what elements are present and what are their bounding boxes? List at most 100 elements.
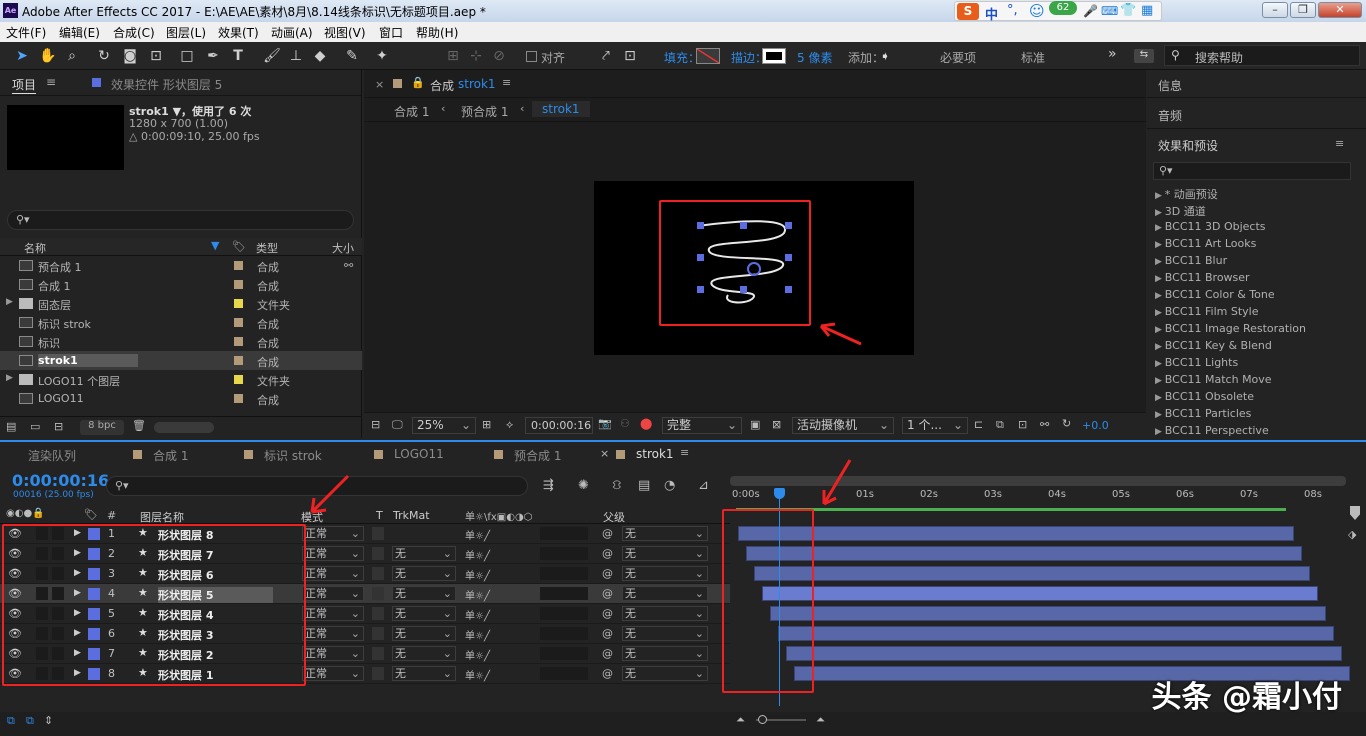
zoom-dropdown[interactable]: 25% ⌄ [412,417,476,434]
effects-category[interactable]: ▶ BCC11 Color & Tone [1155,288,1275,301]
viewer-tab-prefix[interactable]: 合成 [430,77,454,94]
keyboard-icon[interactable]: ⌨ [1101,4,1118,18]
col-layer-name[interactable]: 图层名称 [140,509,184,525]
layer-duration-bar[interactable] [746,546,1302,561]
expand-arrow-icon[interactable]: ▶ [6,297,13,307]
search-help-field[interactable]: ⚲ 搜索帮助 [1164,45,1360,66]
fill-swatch[interactable] [696,48,720,64]
skin-icon[interactable]: 👕 [1120,3,1136,18]
hand-tool-icon[interactable]: ✋ [38,46,58,66]
label-color-swatch[interactable] [234,261,243,270]
preserve-transparency-toggle[interactable] [372,567,384,580]
blend-mode-dropdown[interactable]: 正常 ⌄ [302,646,364,661]
layer-switch-toggles[interactable] [540,547,588,560]
effects-category[interactable]: ▶ * 动画预设 [1155,186,1218,202]
playhead-handle[interactable] [774,488,785,499]
view-axis-icon[interactable]: ⊘ [489,46,509,66]
project-item[interactable]: strok1 合成 [0,351,362,370]
trackmatte-dropdown[interactable]: 无 ⌄ [392,566,456,581]
panel-menu-icon[interactable]: ≡ [1335,137,1344,150]
layer-switches[interactable]: 单☼╱ [465,587,490,602]
clone-stamp-tool-icon[interactable]: ⊥ [286,46,306,66]
layer-duration-bar[interactable] [754,566,1310,581]
motion-blur-icon[interactable]: ◔ [664,478,675,493]
layer-switch-toggles[interactable] [540,627,588,640]
roto-brush-tool-icon[interactable]: ✎ [342,46,362,66]
project-scrollbar[interactable] [154,422,214,433]
eraser-tool-icon[interactable]: ◆ [310,46,330,66]
project-item[interactable]: 标识 合成 [0,332,362,351]
camera-tool-icon[interactable]: ◙ [120,46,140,66]
layer-switches[interactable]: 单☼╱ [465,627,490,642]
effects-category[interactable]: ▶ BCC11 Match Move [1155,373,1272,386]
workspace-standard[interactable]: 标准 [1021,49,1045,66]
snapshot-icon[interactable]: 📷 [598,417,612,430]
tab-project[interactable]: 项目 [12,76,37,94]
region-of-interest-icon[interactable]: ▣ [750,418,760,431]
layer-switches[interactable]: 单☼╱ [465,647,490,662]
zoom-marker-icon[interactable]: ⬗ [1348,528,1356,541]
viewer-tab-name[interactable]: strok1 [458,77,496,91]
info-panel-tab[interactable]: 信息 [1158,77,1182,94]
close-tab-icon[interactable]: × [375,78,384,91]
pan-behind-tool-icon[interactable]: ⊡ [146,46,166,66]
blend-mode-dropdown[interactable]: 正常 ⌄ [302,526,364,541]
sogou-icon[interactable]: S [957,3,979,20]
layer-switch-toggles[interactable] [540,667,588,680]
project-item[interactable]: LOGO11 合成 [0,389,362,408]
ime-mode[interactable]: 中 [985,4,998,23]
flowchart-icon[interactable]: ⚯ [1040,418,1049,431]
preserve-transparency-toggle[interactable] [372,667,384,680]
channel-icon[interactable]: ⬤ [640,417,652,430]
preserve-transparency-toggle[interactable] [372,547,384,560]
trackmatte-dropdown[interactable]: 无 ⌄ [392,606,456,621]
trackmatte-dropdown[interactable]: 无 ⌄ [392,646,456,661]
fill-label[interactable]: 填充： [664,49,700,66]
effects-category[interactable]: ▶ BCC11 3D Objects [1155,220,1266,233]
switches-icon[interactable]: 单☼\fx▣◐◑⬡ [465,508,532,523]
layer-duration-bar[interactable] [762,586,1318,601]
layer-switch-toggles[interactable] [540,607,588,620]
align-checkbox[interactable] [526,51,537,62]
show-snapshot-icon[interactable]: ⚇ [620,417,630,430]
col-name[interactable]: 名称 [24,240,46,256]
menu-layer[interactable]: 图层(L) [166,24,206,41]
effects-category[interactable]: ▶ BCC11 Film Style [1155,305,1259,318]
layer-switch-toggles[interactable] [540,527,588,540]
frame-blending-icon[interactable]: ▤ [638,478,650,493]
grid-guides-icon[interactable]: ⊞ [482,418,491,431]
tab-render-queue[interactable]: 渲染队列 [28,447,76,464]
breadcrumb-item[interactable]: 预合成 1 [461,103,508,120]
label-color-swatch[interactable] [234,299,243,308]
pick-whip-icon[interactable]: @ [602,667,613,680]
stroke-width[interactable]: 5 像素 [797,49,832,66]
layer-switches[interactable]: 单☼╱ [465,667,490,682]
layer-switch-toggles[interactable] [540,587,588,600]
maximize-button[interactable]: ❐ [1290,2,1316,18]
project-search-field[interactable]: ⚲▾ [7,210,354,230]
fast-preview-icon[interactable]: ⧉ [996,418,1004,432]
pick-whip-icon[interactable]: @ [602,567,613,580]
toolbox-icon[interactable]: ▦ [1141,3,1153,18]
menu-animation[interactable]: 动画(A) [271,24,313,41]
tab-effect-controls[interactable]: 效果控件 形状图层 5 [111,76,222,93]
pick-whip-icon[interactable]: @ [602,647,613,660]
viewer-timecode[interactable]: 0:00:00:16 [525,417,593,434]
new-folder-icon[interactable]: ▭ [30,420,40,433]
selection-tool-icon[interactable]: ➤ [12,46,32,66]
menu-window[interactable]: 窗口 [379,24,403,41]
effects-category[interactable]: ▶ BCC11 Key & Blend [1155,339,1272,352]
tab-logo-strok[interactable]: 标识 strok [264,447,322,464]
pick-whip-icon[interactable]: @ [602,627,613,640]
effects-category[interactable]: ▶ BCC11 Art Looks [1155,237,1256,250]
timeline-icon[interactable]: ⊡ [1018,418,1027,431]
current-time[interactable]: 0:00:00:16 [12,471,109,490]
project-item[interactable]: ▶ LOGO11 个图层 文件夹 [0,370,362,389]
tab-strok1[interactable]: strok1 [636,447,674,461]
effects-category[interactable]: ▶ BCC11 Lights [1155,356,1238,369]
col-trkmat[interactable]: TrkMat [393,509,430,522]
label-color-swatch[interactable] [234,318,243,327]
parent-dropdown[interactable]: 无 ⌄ [622,586,708,601]
effects-category[interactable]: ▶ 3D 通道 [1155,203,1206,219]
label-color-swatch[interactable] [234,280,243,289]
